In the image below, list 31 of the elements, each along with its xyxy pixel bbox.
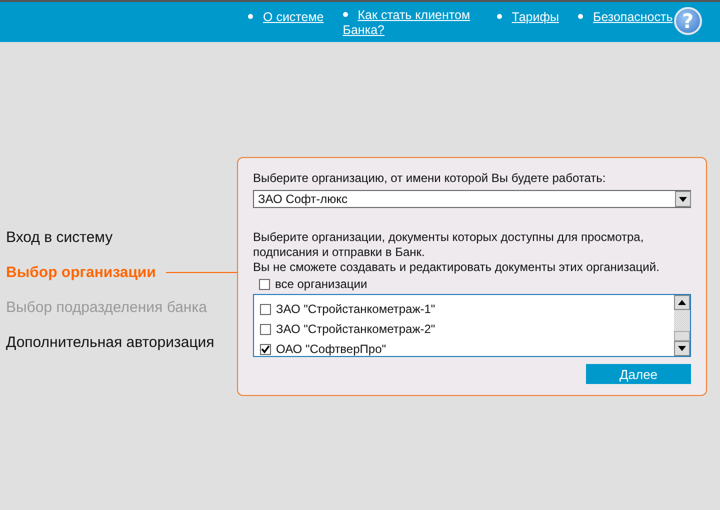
checkbox[interactable] — [260, 344, 271, 354]
bullet-icon — [496, 14, 502, 20]
bullet-icon — [342, 12, 348, 17]
scroll-down-icon[interactable] — [674, 341, 690, 356]
scroll-thumb[interactable] — [674, 331, 690, 341]
info-text: Выберите организации, документы которых доступны для просмотра, подписания и отправки в Банк. — [253, 230, 645, 260]
step-label: Дополнительная авторизация — [6, 334, 214, 351]
step-label: Выбор подразделения банка — [6, 299, 207, 316]
scrollbar[interactable] — [674, 295, 690, 356]
checkbox[interactable] — [259, 279, 270, 290]
nav-link[interactable]: О системе — [263, 10, 324, 24]
info-text: Вы не сможете создавать и редактировать документы этих организаций. — [253, 260, 660, 275]
step-label: Выбор организации — [6, 264, 156, 281]
select-label: Выберите организацию, от имени которой Вы будете работать: — [253, 171, 607, 185]
scroll-up-icon[interactable] — [674, 295, 690, 310]
organization-label: ЗАО "Стройстанкометраж-1" — [276, 302, 436, 316]
help-button[interactable]: ? — [674, 7, 702, 35]
checkbox[interactable] — [260, 304, 271, 314]
organization-label: ЗАО "Стройстанкометраж-2" — [276, 322, 436, 336]
nav-link[interactable]: Безопасность — [593, 10, 673, 24]
organization-dropdown[interactable]: ЗАО Софт-люкс — [253, 190, 691, 208]
bullet-icon — [248, 14, 253, 20]
next-button[interactable]: Далее — [586, 364, 691, 384]
connector-line — [166, 272, 237, 273]
step-label: Вход в систему — [6, 229, 113, 246]
bullet-icon — [578, 14, 583, 20]
nav-link[interactable]: Как стать клиентом Банка? — [342, 8, 478, 38]
checkbox-label: все организации — [275, 277, 368, 291]
organization-label: ОАО "СофтверПро" — [276, 342, 386, 356]
checkbox[interactable] — [260, 324, 271, 334]
nav-link[interactable]: Тарифы — [512, 10, 559, 24]
